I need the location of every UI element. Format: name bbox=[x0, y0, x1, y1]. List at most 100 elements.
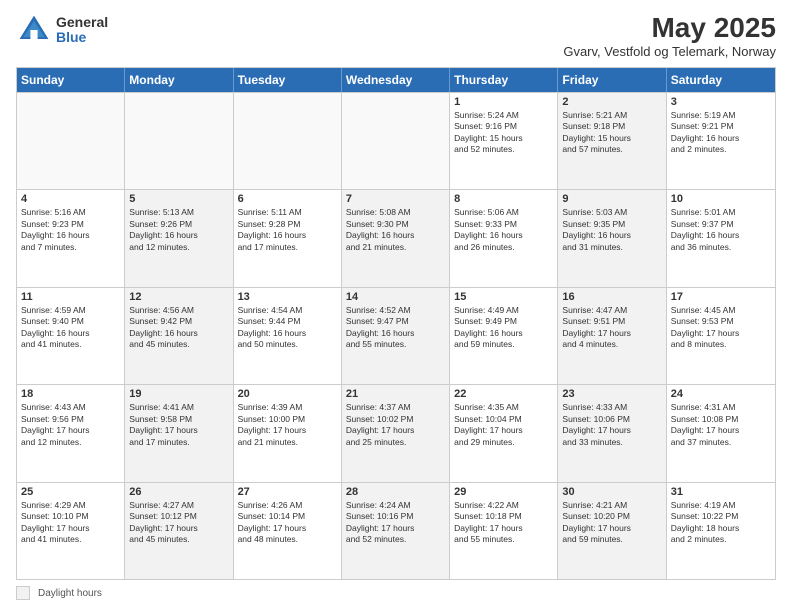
day-number: 8 bbox=[454, 193, 553, 205]
logo-icon bbox=[16, 12, 52, 48]
cal-cell-4-5: 30 Sunrise: 4:21 AM Sunset: 10:20 PM Dayl… bbox=[558, 483, 666, 579]
cell-text: Sunrise: 4:29 AM Sunset: 10:10 PM Daylig… bbox=[21, 500, 90, 544]
legend-label: Daylight hours bbox=[38, 588, 102, 599]
cell-text: Sunrise: 4:47 AM Sunset: 9:51 PM Dayligh… bbox=[562, 305, 631, 349]
cal-cell-4-4: 29Sunrise: 4:22 AM Sunset: 10:18 PM Dayl… bbox=[450, 483, 558, 579]
header-day-monday: Monday bbox=[125, 68, 233, 92]
legend-box bbox=[16, 586, 30, 600]
cal-cell-0-3 bbox=[342, 93, 450, 189]
day-number: 28 bbox=[346, 486, 445, 498]
cell-text: Sunrise: 5:13 AM Sunset: 9:26 PM Dayligh… bbox=[129, 207, 198, 251]
cell-text: Sunrise: 5:24 AM Sunset: 9:16 PM Dayligh… bbox=[454, 110, 523, 154]
logo-text: General Blue bbox=[56, 15, 108, 46]
cell-text: Sunrise: 4:31 AM Sunset: 10:08 PM Daylig… bbox=[671, 402, 740, 446]
cell-text: Sunrise: 5:11 AM Sunset: 9:28 PM Dayligh… bbox=[238, 207, 307, 251]
calendar-row-2: 11Sunrise: 4:59 AM Sunset: 9:40 PM Dayli… bbox=[17, 287, 775, 384]
day-number: 17 bbox=[671, 291, 771, 303]
calendar-row-4: 25 Sunrise: 4:29 AM Sunset: 10:10 PM Dayl… bbox=[17, 482, 775, 579]
cal-cell-2-6: 17 Sunrise: 4:45 AM Sunset: 9:53 PM Dayli… bbox=[667, 288, 775, 384]
cal-cell-4-0: 25 Sunrise: 4:29 AM Sunset: 10:10 PM Dayl… bbox=[17, 483, 125, 579]
cell-text: Sunrise: 5:16 AM Sunset: 9:23 PM Dayligh… bbox=[21, 207, 90, 251]
logo: General Blue bbox=[16, 12, 108, 48]
cal-cell-1-3: 7Sunrise: 5:08 AM Sunset: 9:30 PM Daylig… bbox=[342, 190, 450, 286]
cal-cell-2-4: 15Sunrise: 4:49 AM Sunset: 9:49 PM Dayli… bbox=[450, 288, 558, 384]
cell-text: Sunrise: 4:26 AM Sunset: 10:14 PM Daylig… bbox=[238, 500, 307, 544]
day-number: 18 bbox=[21, 388, 120, 400]
day-number: 16 bbox=[562, 291, 661, 303]
day-number: 23 bbox=[562, 388, 661, 400]
day-number: 27 bbox=[238, 486, 337, 498]
cell-text: Sunrise: 4:35 AM Sunset: 10:04 PM Daylig… bbox=[454, 402, 523, 446]
cal-cell-0-5: 2 Sunrise: 5:21 AM Sunset: 9:18 PM Daylig… bbox=[558, 93, 666, 189]
day-number: 19 bbox=[129, 388, 228, 400]
cal-cell-2-2: 13Sunrise: 4:54 AM Sunset: 9:44 PM Dayli… bbox=[234, 288, 342, 384]
cal-cell-1-4: 8 Sunrise: 5:06 AM Sunset: 9:33 PM Daylig… bbox=[450, 190, 558, 286]
cal-cell-1-1: 5 Sunrise: 5:13 AM Sunset: 9:26 PM Daylig… bbox=[125, 190, 233, 286]
cell-text: Sunrise: 4:49 AM Sunset: 9:49 PM Dayligh… bbox=[454, 305, 523, 349]
day-number: 6 bbox=[238, 193, 337, 205]
day-number: 2 bbox=[562, 96, 661, 108]
cal-cell-0-6: 3Sunrise: 5:19 AM Sunset: 9:21 PM Daylig… bbox=[667, 93, 775, 189]
day-number: 26 bbox=[129, 486, 228, 498]
day-number: 12 bbox=[129, 291, 228, 303]
day-number: 9 bbox=[562, 193, 661, 205]
header-day-saturday: Saturday bbox=[667, 68, 775, 92]
day-number: 1 bbox=[454, 96, 553, 108]
calendar-row-3: 18 Sunrise: 4:43 AM Sunset: 9:56 PM Dayli… bbox=[17, 384, 775, 481]
cal-cell-3-0: 18 Sunrise: 4:43 AM Sunset: 9:56 PM Dayli… bbox=[17, 385, 125, 481]
cal-cell-2-0: 11Sunrise: 4:59 AM Sunset: 9:40 PM Dayli… bbox=[17, 288, 125, 384]
cal-cell-4-6: 31 Sunrise: 4:19 AM Sunset: 10:22 PM Dayl… bbox=[667, 483, 775, 579]
cell-text: Sunrise: 4:21 AM Sunset: 10:20 PM Daylig… bbox=[562, 500, 631, 544]
day-number: 30 bbox=[562, 486, 661, 498]
cal-cell-0-0 bbox=[17, 93, 125, 189]
cell-text: Sunrise: 5:06 AM Sunset: 9:33 PM Dayligh… bbox=[454, 207, 523, 251]
calendar-body: 1 Sunrise: 5:24 AM Sunset: 9:16 PM Daylig… bbox=[17, 92, 775, 579]
cal-cell-3-1: 19Sunrise: 4:41 AM Sunset: 9:58 PM Dayli… bbox=[125, 385, 233, 481]
day-number: 25 bbox=[21, 486, 120, 498]
day-number: 22 bbox=[454, 388, 553, 400]
day-number: 13 bbox=[238, 291, 337, 303]
cell-text: Sunrise: 4:59 AM Sunset: 9:40 PM Dayligh… bbox=[21, 305, 90, 349]
cell-text: Sunrise: 4:56 AM Sunset: 9:42 PM Dayligh… bbox=[129, 305, 198, 349]
cal-cell-1-0: 4Sunrise: 5:16 AM Sunset: 9:23 PM Daylig… bbox=[17, 190, 125, 286]
cal-cell-2-5: 16 Sunrise: 4:47 AM Sunset: 9:51 PM Dayli… bbox=[558, 288, 666, 384]
day-number: 5 bbox=[129, 193, 228, 205]
cal-cell-1-5: 9Sunrise: 5:03 AM Sunset: 9:35 PM Daylig… bbox=[558, 190, 666, 286]
header: General Blue May 2025 Gvarv, Vestfold og… bbox=[16, 12, 776, 59]
cal-cell-1-6: 10Sunrise: 5:01 AM Sunset: 9:37 PM Dayli… bbox=[667, 190, 775, 286]
header-day-wednesday: Wednesday bbox=[342, 68, 450, 92]
calendar-header: SundayMondayTuesdayWednesdayThursdayFrid… bbox=[17, 68, 775, 92]
cal-cell-0-1 bbox=[125, 93, 233, 189]
cal-cell-3-6: 24 Sunrise: 4:31 AM Sunset: 10:08 PM Dayl… bbox=[667, 385, 775, 481]
cal-cell-3-5: 23 Sunrise: 4:33 AM Sunset: 10:06 PM Dayl… bbox=[558, 385, 666, 481]
day-number: 14 bbox=[346, 291, 445, 303]
cell-text: Sunrise: 4:24 AM Sunset: 10:16 PM Daylig… bbox=[346, 500, 415, 544]
cell-text: Sunrise: 4:52 AM Sunset: 9:47 PM Dayligh… bbox=[346, 305, 415, 349]
day-number: 31 bbox=[671, 486, 771, 498]
day-number: 29 bbox=[454, 486, 553, 498]
cal-cell-3-3: 21Sunrise: 4:37 AM Sunset: 10:02 PM Dayl… bbox=[342, 385, 450, 481]
header-day-friday: Friday bbox=[558, 68, 666, 92]
cell-text: Sunrise: 5:21 AM Sunset: 9:18 PM Dayligh… bbox=[562, 110, 631, 154]
cell-text: Sunrise: 4:43 AM Sunset: 9:56 PM Dayligh… bbox=[21, 402, 90, 446]
cal-cell-1-2: 6 Sunrise: 5:11 AM Sunset: 9:28 PM Daylig… bbox=[234, 190, 342, 286]
cal-cell-4-2: 27 Sunrise: 4:26 AM Sunset: 10:14 PM Dayl… bbox=[234, 483, 342, 579]
cell-text: Sunrise: 4:39 AM Sunset: 10:00 PM Daylig… bbox=[238, 402, 307, 446]
cell-text: Sunrise: 4:45 AM Sunset: 9:53 PM Dayligh… bbox=[671, 305, 740, 349]
cell-text: Sunrise: 4:27 AM Sunset: 10:12 PM Daylig… bbox=[129, 500, 198, 544]
month-title: May 2025 bbox=[563, 12, 776, 44]
day-number: 10 bbox=[671, 193, 771, 205]
cal-cell-3-2: 20Sunrise: 4:39 AM Sunset: 10:00 PM Dayl… bbox=[234, 385, 342, 481]
cell-text: Sunrise: 4:19 AM Sunset: 10:22 PM Daylig… bbox=[671, 500, 740, 544]
cell-text: Sunrise: 5:08 AM Sunset: 9:30 PM Dayligh… bbox=[346, 207, 415, 251]
header-day-thursday: Thursday bbox=[450, 68, 558, 92]
title-area: May 2025 Gvarv, Vestfold og Telemark, No… bbox=[563, 12, 776, 59]
day-number: 24 bbox=[671, 388, 771, 400]
location: Gvarv, Vestfold og Telemark, Norway bbox=[563, 44, 776, 59]
cal-cell-4-3: 28 Sunrise: 4:24 AM Sunset: 10:16 PM Dayl… bbox=[342, 483, 450, 579]
cell-text: Sunrise: 4:33 AM Sunset: 10:06 PM Daylig… bbox=[562, 402, 631, 446]
cal-cell-2-1: 12 Sunrise: 4:56 AM Sunset: 9:42 PM Dayli… bbox=[125, 288, 233, 384]
calendar: SundayMondayTuesdayWednesdayThursdayFrid… bbox=[16, 67, 776, 580]
logo-blue: Blue bbox=[56, 30, 108, 45]
logo-general: General bbox=[56, 15, 108, 30]
